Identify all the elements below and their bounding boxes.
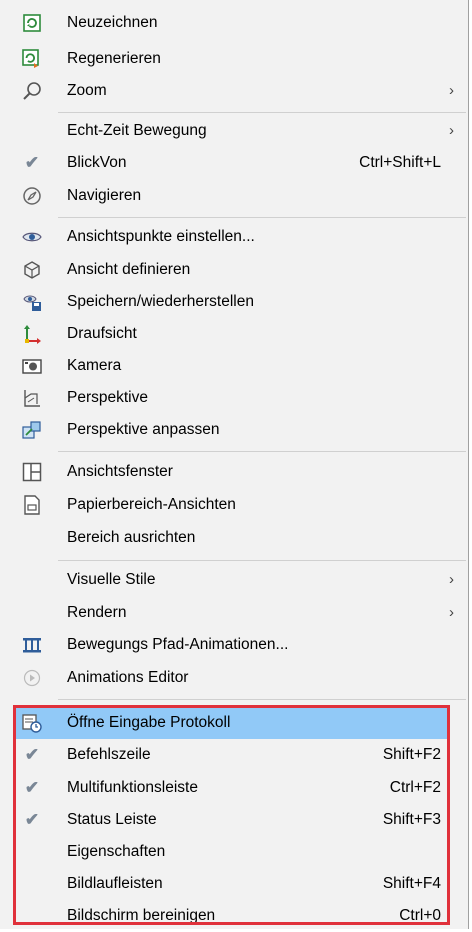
menu-item-label: Papierbereich-Ansichten bbox=[67, 496, 236, 513]
separator bbox=[58, 451, 466, 452]
menu-item-bildschirm-bereinigen[interactable]: Bildschirm bereinigen Ctrl+0 bbox=[0, 900, 466, 932]
menu-item-label: Draufsicht bbox=[67, 325, 137, 342]
plan-view-icon bbox=[22, 324, 42, 344]
shortcut-label: Shift+F2 bbox=[382, 746, 441, 763]
viewport-icon bbox=[22, 462, 42, 482]
menu-item-kamera[interactable]: Kamera bbox=[0, 350, 466, 382]
shortcut-label: Ctrl+Shift+L bbox=[359, 154, 441, 171]
check-icon: ✔ bbox=[24, 745, 40, 764]
menu-item-navigieren[interactable]: Navigieren bbox=[0, 180, 466, 212]
menu-item-label: Ansicht definieren bbox=[67, 261, 191, 278]
perspective-icon bbox=[22, 388, 42, 408]
zoom-icon bbox=[22, 81, 42, 101]
menu-item-label: Navigieren bbox=[67, 187, 142, 204]
camera-icon bbox=[22, 356, 42, 376]
eye-icon bbox=[22, 227, 42, 247]
shortcut-label: Shift+F3 bbox=[382, 811, 441, 828]
menu-item-label: Perspektive bbox=[67, 389, 148, 406]
shortcut-label: Ctrl+F2 bbox=[389, 779, 441, 796]
menu-item-animations-editor[interactable]: Animations Editor bbox=[0, 662, 466, 694]
play-icon bbox=[22, 668, 42, 688]
paper-icon bbox=[22, 495, 42, 515]
compass-icon bbox=[22, 186, 42, 206]
menu-item-ansicht-definieren[interactable]: Ansicht definieren bbox=[0, 254, 466, 286]
menu-item-bildlaufleisten[interactable]: Bildlaufleisten Shift+F4 bbox=[0, 868, 466, 900]
menu-item-blickvon[interactable]: ✔ BlickVon Ctrl+Shift+L bbox=[0, 147, 466, 179]
menu-item-label: Eigenschaften bbox=[67, 843, 166, 860]
menu-item-regenerieren[interactable]: Regenerieren bbox=[0, 43, 466, 75]
check-icon: ✔ bbox=[24, 778, 40, 797]
check-icon: ✔ bbox=[24, 153, 40, 172]
menu-item-ansichtspunkte[interactable]: Ansichtspunkte einstellen... bbox=[0, 221, 466, 253]
menu-item-perspektive-anpassen[interactable]: Perspektive anpassen bbox=[0, 414, 466, 446]
menu-item-label: BlickVon bbox=[67, 154, 127, 171]
menu-item-label: Bildlaufleisten bbox=[67, 875, 163, 892]
menu-item-bereich-ausrichten[interactable]: Bereich ausrichten bbox=[0, 522, 466, 554]
menu-item-label: Ansichtsfenster bbox=[67, 463, 173, 480]
submenu-arrow-icon: › bbox=[449, 122, 454, 139]
menu-item-visuelle-stile[interactable]: Visuelle Stile › bbox=[0, 564, 466, 596]
redraw-icon bbox=[22, 13, 42, 33]
menu-item-label: Bewegungs Pfad-Animationen... bbox=[67, 636, 289, 653]
menu-item-label: Animations Editor bbox=[67, 669, 189, 686]
menu-item-papierbereich-ansichten[interactable]: Papierbereich-Ansichten bbox=[0, 489, 466, 521]
menu-item-label: Speichern/wiederherstellen bbox=[67, 293, 254, 310]
menu-item-eingabe-protokoll[interactable]: Öffne Eingabe Protokoll bbox=[16, 707, 447, 739]
menu-item-ansichtsfenster[interactable]: Ansichtsfenster bbox=[0, 456, 466, 488]
save-view-icon bbox=[22, 292, 42, 312]
submenu-arrow-icon: › bbox=[449, 82, 454, 99]
menu-item-label: Regenerieren bbox=[67, 50, 161, 67]
menu-item-perspektive[interactable]: Perspektive bbox=[0, 382, 466, 414]
menu-item-rendern[interactable]: Rendern › bbox=[0, 597, 466, 629]
separator bbox=[58, 217, 466, 218]
menu-item-label: Perspektive anpassen bbox=[67, 421, 220, 438]
menu-item-label: Ansichtspunkte einstellen... bbox=[67, 228, 255, 245]
menu-item-eigenschaften[interactable]: Eigenschaften bbox=[0, 836, 466, 868]
submenu-arrow-icon: › bbox=[449, 604, 454, 621]
menu-item-label: Rendern bbox=[67, 604, 127, 621]
menu-item-zoom[interactable]: Zoom › bbox=[0, 75, 466, 107]
menu-item-neuzeichnen[interactable]: Neuzeichnen bbox=[0, 7, 466, 39]
menu-item-label: Kamera bbox=[67, 357, 122, 374]
separator bbox=[58, 112, 466, 113]
view-menu: Neuzeichnen Regenerieren Zoom › Echt-Zei… bbox=[0, 0, 469, 929]
menu-item-label: Status Leiste bbox=[67, 811, 157, 828]
menu-item-speichern-wiederherstellen[interactable]: Speichern/wiederherstellen bbox=[0, 286, 466, 318]
shortcut-label: Shift+F4 bbox=[382, 875, 441, 892]
menu-item-befehlszeile[interactable]: ✔ Befehlszeile Shift+F2 bbox=[0, 739, 466, 771]
menu-item-status-leiste[interactable]: ✔ Status Leiste Shift+F3 bbox=[0, 804, 466, 836]
menu-item-pfad-animationen[interactable]: Bewegungs Pfad-Animationen... bbox=[0, 629, 466, 661]
menu-item-draufsicht[interactable]: Draufsicht bbox=[0, 318, 466, 350]
menu-item-label: Multifunktionsleiste bbox=[67, 779, 198, 796]
separator bbox=[58, 560, 466, 561]
menu-item-label: Neuzeichnen bbox=[67, 14, 158, 31]
menu-item-label: Bereich ausrichten bbox=[67, 529, 196, 546]
menu-item-label: Zoom bbox=[67, 82, 107, 99]
menu-item-label: Öffne Eingabe Protokoll bbox=[67, 714, 231, 731]
menu-item-label: Visuelle Stile bbox=[67, 571, 156, 588]
shortcut-label: Ctrl+0 bbox=[399, 907, 441, 924]
menu-item-label: Befehlszeile bbox=[67, 746, 151, 763]
adjust-perspective-icon bbox=[22, 420, 42, 440]
path-animation-icon bbox=[22, 635, 42, 655]
menu-item-echtzeit-bewegung[interactable]: Echt-Zeit Bewegung › bbox=[0, 115, 466, 147]
separator bbox=[58, 699, 466, 700]
menu-item-label: Bildschirm bereinigen bbox=[67, 907, 216, 924]
regen-icon bbox=[22, 49, 42, 69]
check-icon: ✔ bbox=[24, 810, 40, 829]
submenu-arrow-icon: › bbox=[449, 571, 454, 588]
menu-item-multifunktionsleiste[interactable]: ✔ Multifunktionsleiste Ctrl+F2 bbox=[0, 772, 466, 804]
cube-icon bbox=[22, 260, 42, 280]
menu-item-label: Echt-Zeit Bewegung bbox=[67, 122, 207, 139]
history-icon bbox=[22, 713, 42, 733]
